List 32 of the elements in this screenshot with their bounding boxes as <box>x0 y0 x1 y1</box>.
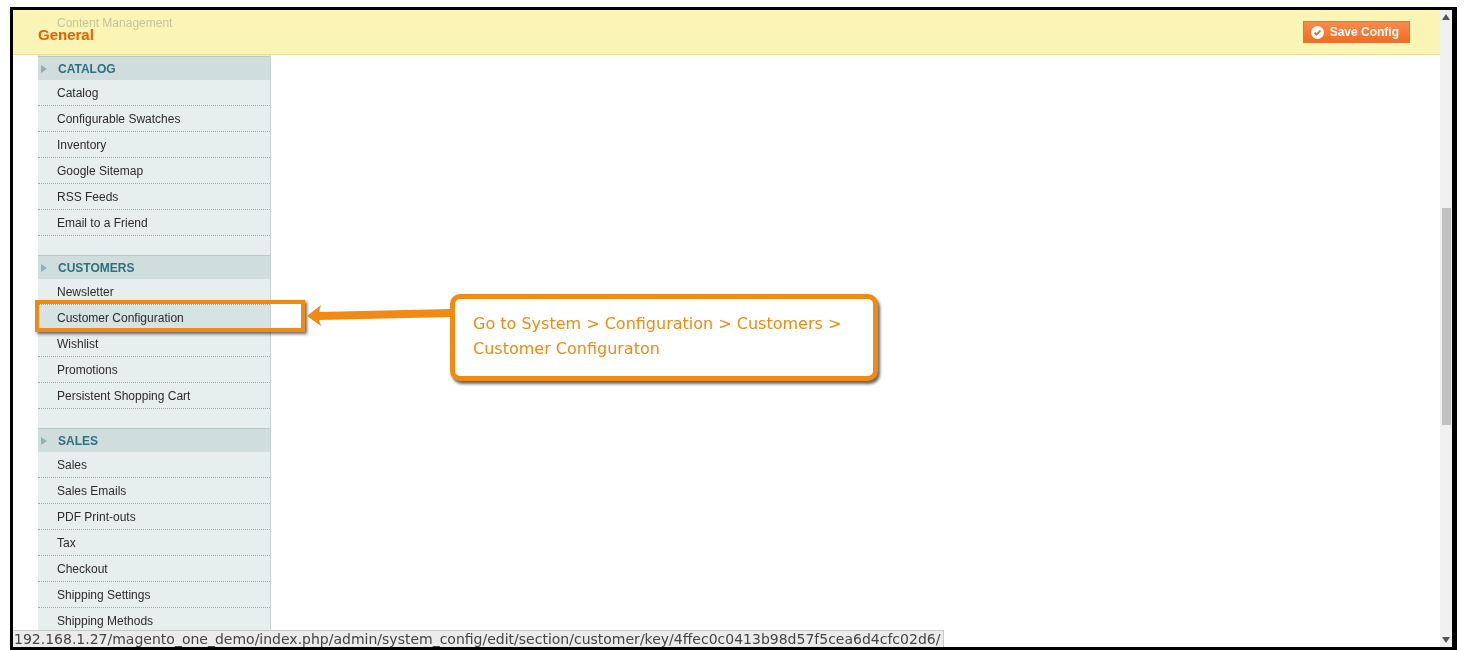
sidebar-item[interactable]: Configurable Swatches <box>38 106 270 132</box>
section-header[interactable]: SALES <box>38 428 270 452</box>
sidebar-item[interactable]: Inventory <box>38 132 270 158</box>
section-header[interactable]: CATALOG <box>38 56 270 80</box>
sidebar-item[interactable]: Wishlist <box>38 331 270 357</box>
sidebar-item[interactable]: Checkout <box>38 556 270 582</box>
sidebar-item[interactable]: Google Sitemap <box>38 158 270 184</box>
sidebar-item[interactable]: Shipping Settings <box>38 582 270 608</box>
callout-text: Go to System > Configuration > Customers > Customer Configuraton <box>450 294 878 381</box>
sidebar-item[interactable]: Sales Emails <box>38 478 270 504</box>
scroll-thumb[interactable] <box>1442 208 1451 425</box>
sidebar-item[interactable]: Catalog <box>38 80 270 106</box>
expand-arrow-icon <box>40 436 48 445</box>
expand-arrow-icon <box>40 263 48 272</box>
status-url: 192.168.1.27/magento_one_demo/index.php/admin/system_config/edit/section/customer/key/4ffec0c0413b98d57f5cea6d4cfc02d6/ <box>13 630 945 647</box>
section-header[interactable]: CUSTOMERS <box>38 255 270 279</box>
scrollbar[interactable] <box>1440 10 1452 647</box>
check-icon <box>1310 25 1324 39</box>
sidebar-item[interactable]: Email to a Friend <box>38 210 270 236</box>
sidebar-item[interactable]: RSS Feeds <box>38 184 270 210</box>
expand-arrow-icon <box>40 64 48 73</box>
scroll-down-icon[interactable] <box>1442 637 1450 643</box>
sidebar-item[interactable]: Tax <box>38 530 270 556</box>
sidebar-item[interactable]: Promotions <box>38 357 270 383</box>
sidebar-item[interactable]: Persistent Shopping Cart <box>38 383 270 409</box>
section-title: CATALOG <box>58 61 116 76</box>
arrow-icon <box>305 303 453 327</box>
section-title: CUSTOMERS <box>58 260 135 275</box>
section-title: SALES <box>58 433 98 448</box>
sidebar-item[interactable]: PDF Print-outs <box>38 504 270 530</box>
scroll-up-icon[interactable] <box>1442 14 1450 20</box>
sidebar-item[interactable]: Sales <box>38 452 270 478</box>
